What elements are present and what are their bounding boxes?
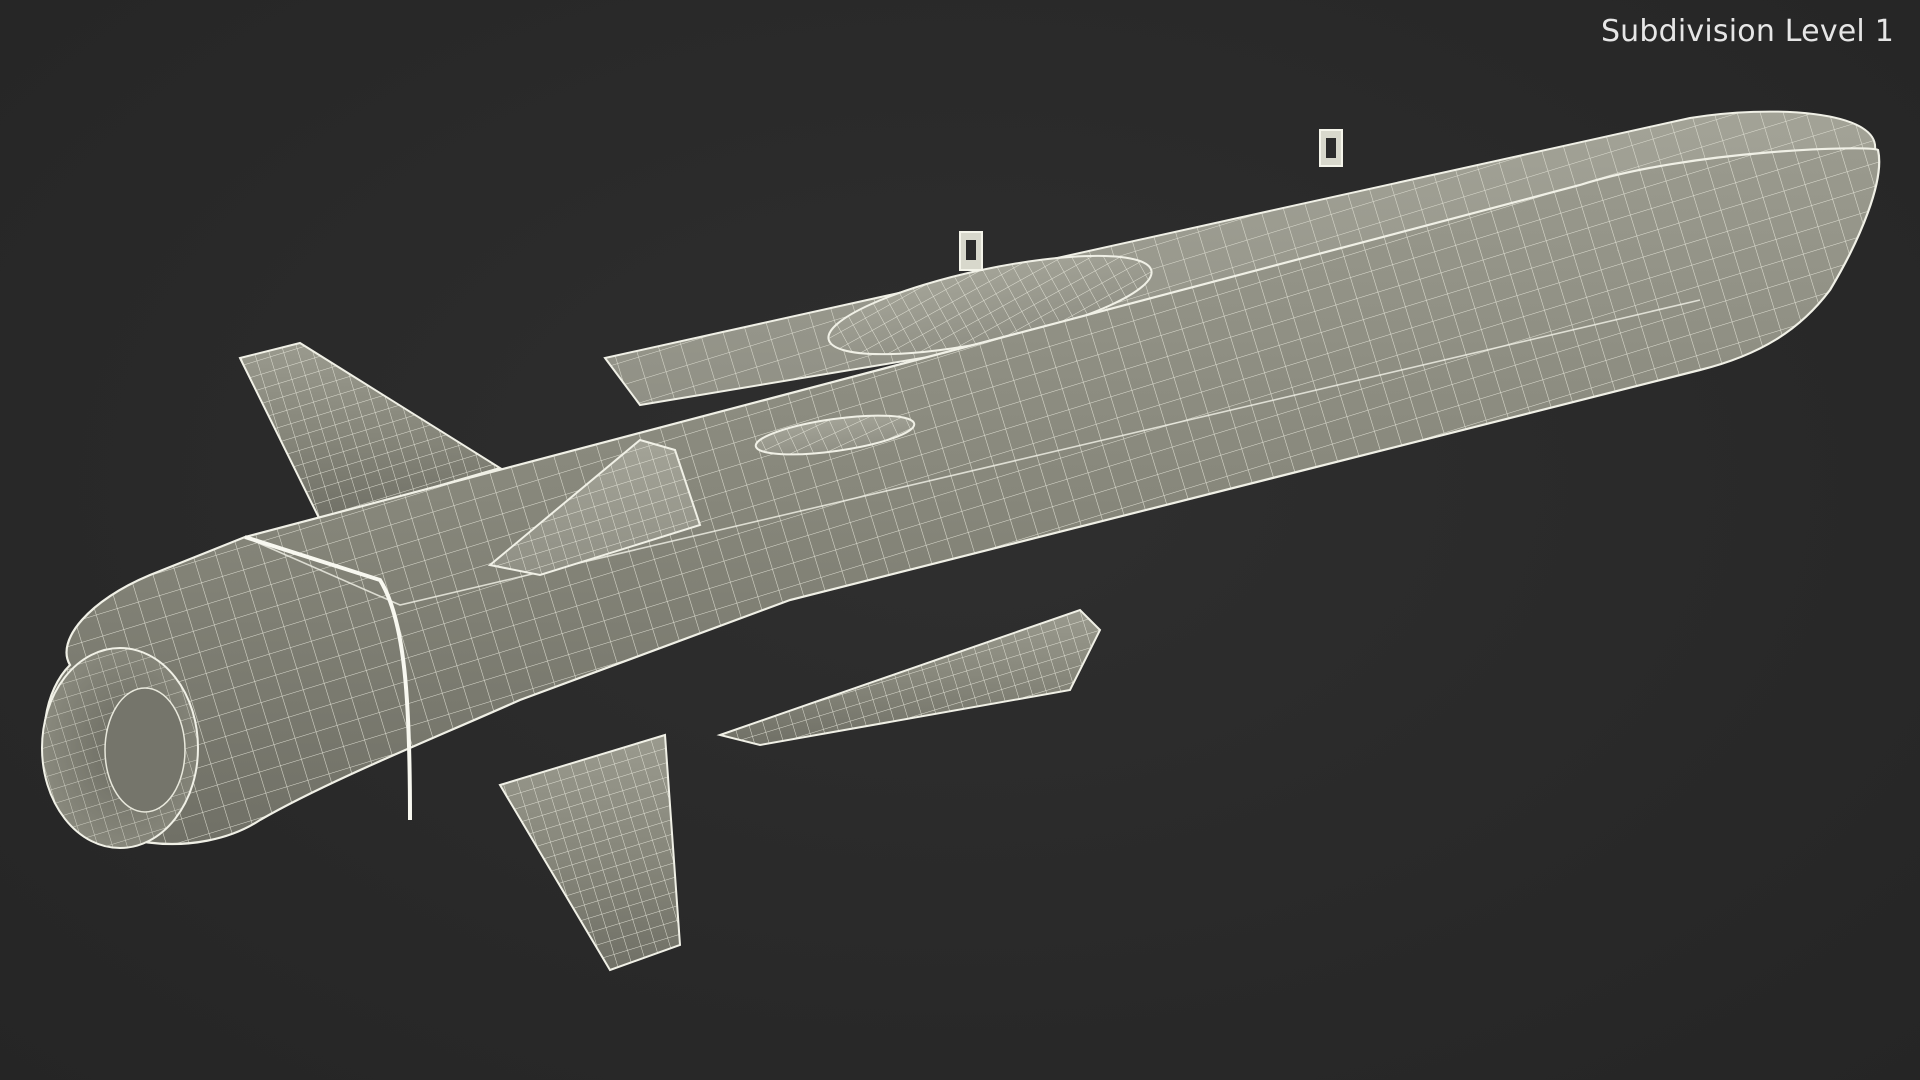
suspension-lug-rear: [1319, 129, 1343, 167]
lower-tail-fin: [498, 733, 682, 972]
missile-wireframe-model: [41, 110, 1881, 972]
ventral-intake: [716, 608, 1102, 747]
engine-exhaust-nozzle: [41, 647, 199, 849]
viewport: Subdivision Level 1: [0, 0, 1920, 1080]
suspension-lug-front: [959, 231, 983, 271]
